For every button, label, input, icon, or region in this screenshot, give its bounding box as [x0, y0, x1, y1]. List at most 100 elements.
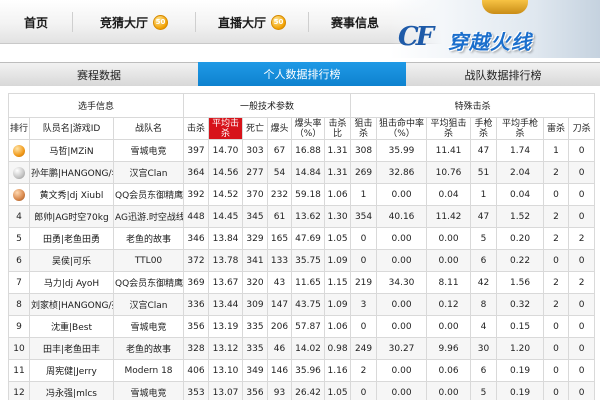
knife-kills-cell: 0 — [568, 359, 596, 382]
deaths-cell: 349 — [242, 359, 269, 382]
kills-cell: 364 — [183, 161, 210, 184]
column-header[interactable]: 平均手枪杀 — [496, 117, 545, 140]
sniper-accuracy-cell: 35.99 — [376, 139, 428, 162]
team-name-cell: 老鱼的故事 — [112, 337, 185, 360]
table-row[interactable]: 马哲|MZiN 雪城电竞 397 14.70 303 67 16.88 1.31 308 35.9… — [8, 139, 596, 162]
knife-kills-cell: 0 — [568, 183, 596, 206]
player-name-cell[interactable]: 孙年鹏|HANGONG/年鹏 — [29, 161, 114, 184]
rank-cell: 10 — [8, 337, 30, 360]
avg-sniper-kills-cell: 11.41 — [426, 139, 472, 162]
table-row[interactable]: 黄文秀|dj Xiubl QQ会员东御精鹰 392 14.52 370 232 59.18 1… — [8, 183, 596, 206]
sniper-kills-cell: 269 — [350, 161, 378, 184]
player-name-cell[interactable]: 田勇|老鱼田勇 — [29, 227, 114, 250]
player-name-cell[interactable]: 沈重|Best — [29, 315, 114, 338]
team-name-cell: 汉宫Clan — [112, 293, 185, 316]
kills-cell: 346 — [183, 227, 210, 250]
table-row[interactable]: 11 周宪健|Jerry Modern 18 406 13.10 349 146 35.96 1… — [8, 359, 596, 382]
table-row[interactable]: 4 郎帅|AG时空70kg AG迅游.时空战线 448 14.45 345 61 13.62 1… — [8, 205, 596, 228]
column-header[interactable]: 队员名|游戏ID — [29, 117, 114, 140]
tab-personal-ranking[interactable]: 个人数据排行榜 — [198, 62, 406, 86]
team-name-cell: 雪城电竞 — [112, 315, 185, 338]
table-row[interactable]: 7 马力|dj AyoH QQ会员东御精鹰 369 13.67 320 43 11.65 1.1… — [8, 271, 596, 294]
avg-kills-cell: 14.52 — [208, 183, 244, 206]
table-row[interactable]: 12 冯永强|mlcs 雪城电竞 353 13.07 356 93 26.42 1.05 0 0.0… — [8, 381, 596, 400]
game-logo[interactable]: CF 穿越火线 — [390, 0, 600, 58]
deaths-cell: 320 — [242, 271, 269, 294]
group-player-info: 选手信息 — [7, 93, 185, 118]
table-row[interactable]: 8刘家桢|HANGONG/亮亮汉宫Clan33613.4430914743.75… — [8, 293, 596, 316]
player-name-cell[interactable]: 吴侯|可乐 — [29, 249, 114, 272]
column-header[interactable]: 平均狙击杀 — [426, 117, 472, 140]
column-header[interactable]: 击杀 — [183, 117, 210, 140]
team-name-cell: TTL00 — [112, 249, 185, 272]
column-header[interactable]: 平均击杀 — [208, 117, 244, 140]
pistol-kills-cell: 5 — [470, 381, 498, 400]
coin-badge-icon: 50 — [271, 14, 286, 30]
tab-team-ranking[interactable]: 战队数据排行榜 — [406, 62, 600, 86]
avg-kills-cell: 13.84 — [208, 227, 244, 250]
avg-pistol-kills-cell: 1.56 — [496, 271, 545, 294]
grenade-kills-cell: 2 — [543, 205, 570, 228]
table-row[interactable]: 9 沈重|Best 雪城电竞 356 13.19 335 206 57.87 1.06 0 0.00… — [8, 315, 596, 338]
knife-kills-cell: 0 — [568, 249, 596, 272]
nav-live-hall[interactable]: 直播大厅 50 — [196, 0, 308, 44]
avg-pistol-kills-cell: 0.15 — [496, 315, 545, 338]
sniper-accuracy-cell: 0.00 — [376, 381, 428, 400]
column-header[interactable]: 雷杀 — [543, 117, 570, 140]
player-name-cell[interactable]: 马哲|MZiN — [29, 139, 114, 162]
deaths-cell: 303 — [242, 139, 269, 162]
sniper-accuracy-cell: 0.00 — [376, 315, 428, 338]
player-name-cell[interactable]: 冯永强|mlcs — [29, 381, 114, 400]
headshots-cell: 61 — [267, 205, 293, 228]
headshots-cell: 146 — [267, 359, 293, 382]
kills-cell: 392 — [183, 183, 210, 206]
rank-cell — [8, 183, 30, 206]
table-row[interactable]: 10 田丰|老鱼田丰 老鱼的故事 328 13.12 335 46 14.02 0.98 249 3… — [8, 337, 596, 360]
column-header[interactable]: 爆头率（%） — [291, 117, 326, 140]
sniper-accuracy-cell: 32.86 — [376, 161, 428, 184]
pistol-kills-cell: 6 — [470, 249, 498, 272]
kills-cell: 448 — [183, 205, 210, 228]
avg-sniper-kills-cell: 0.00 — [426, 227, 472, 250]
nav-home-label: 首页 — [23, 15, 48, 30]
avg-sniper-kills-cell: 8.11 — [426, 271, 472, 294]
player-name-cell[interactable]: 刘家桢|HANGONG/亮亮 — [29, 293, 114, 316]
column-header[interactable]: 刀杀 — [568, 117, 596, 140]
player-name-cell[interactable]: 田丰|老鱼田丰 — [29, 337, 114, 360]
player-name-cell[interactable]: 马力|dj AyoH — [29, 271, 114, 294]
column-header[interactable]: 狙击命中率（%） — [376, 117, 428, 140]
nav-betting-hall[interactable]: 竞猜大厅 50 — [73, 0, 195, 44]
sniper-kills-cell: 308 — [350, 139, 378, 162]
headshots-cell: 46 — [267, 337, 293, 360]
sniper-accuracy-cell: 0.00 — [376, 293, 428, 316]
player-name-cell[interactable]: 周宪健|Jerry — [29, 359, 114, 382]
sniper-kills-cell: 3 — [350, 293, 378, 316]
nav-event-info[interactable]: 赛事信息 — [309, 0, 401, 44]
column-header[interactable]: 击杀比 — [324, 117, 352, 140]
nav-live-hall-label: 直播大厅 — [217, 15, 266, 30]
knife-kills-cell: 2 — [568, 271, 596, 294]
grenade-kills-cell: 2 — [543, 161, 570, 184]
tab-schedule-data[interactable]: 赛程数据 — [0, 62, 198, 86]
team-name-cell: 老鱼的故事 — [112, 227, 185, 250]
table-row[interactable]: 孙年鹏|HANGONG/年鹏汉宫Clan36414.562775414.841.… — [8, 161, 596, 184]
table-row[interactable]: 5 田勇|老鱼田勇 老鱼的故事 346 13.84 329 165 47.69 1.05 0 0.0… — [8, 227, 596, 250]
column-header[interactable]: 死亡 — [242, 117, 269, 140]
table-row[interactable]: 6 吴侯|可乐 TTL00 372 13.78 341 133 35.75 1.09 0 0.00 0… — [8, 249, 596, 272]
kd-ratio-cell: 1.16 — [324, 359, 352, 382]
column-header[interactable]: 排行 — [8, 117, 30, 140]
rank-cell — [8, 139, 30, 162]
player-name-cell[interactable]: 郎帅|AG时空70kg — [29, 205, 114, 228]
rank-cell: 9 — [8, 315, 30, 338]
column-header[interactable]: 战队名 — [112, 117, 185, 140]
nav-home[interactable]: 首页 — [0, 0, 72, 44]
sniper-kills-cell: 2 — [350, 359, 378, 382]
pistol-kills-cell: 51 — [470, 161, 498, 184]
player-name-cell[interactable]: 黄文秀|dj Xiubl — [29, 183, 114, 206]
headshot-rate-cell: 14.84 — [291, 161, 326, 184]
grenade-kills-cell: 0 — [543, 315, 570, 338]
sniper-accuracy-cell: 30.27 — [376, 337, 428, 360]
column-header[interactable]: 手枪杀 — [470, 117, 498, 140]
column-header[interactable]: 狙击杀 — [350, 117, 378, 140]
column-header[interactable]: 爆头 — [267, 117, 293, 140]
